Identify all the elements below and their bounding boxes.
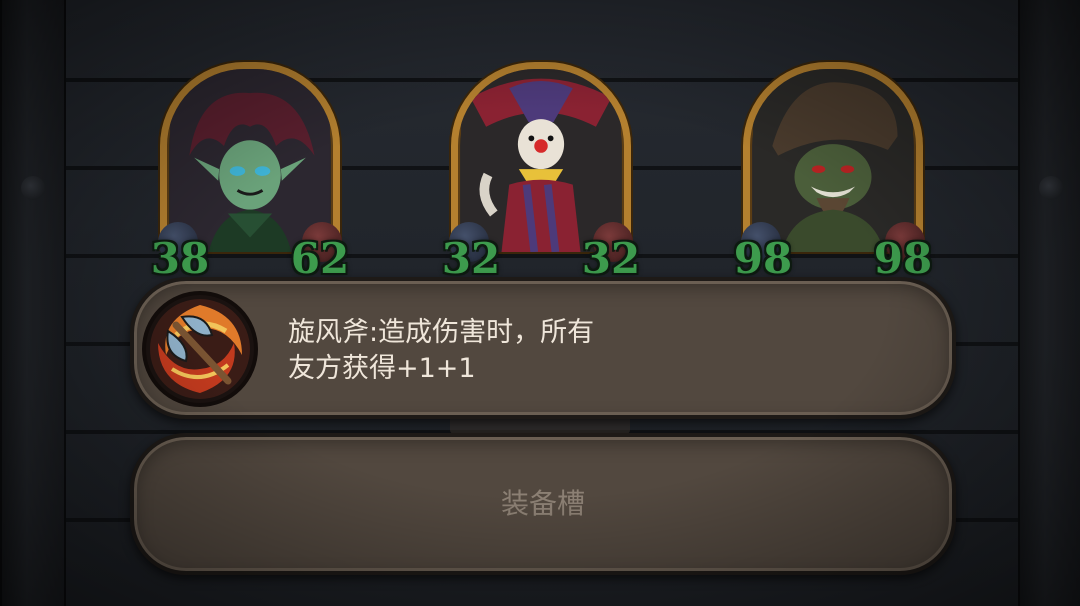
clown-portrait	[461, 69, 621, 252]
whirlwind-axe-icon	[142, 291, 258, 407]
equipment-description: 旋风斧:造成伤害时，所有 友方获得+1+1	[288, 315, 718, 387]
bolt-icon	[21, 176, 45, 200]
elf-portrait	[170, 69, 330, 252]
equipment-description-panel[interactable]: 旋风斧:造成伤害时，所有 友方获得+1+1	[130, 277, 956, 419]
hero-card-1[interactable]: 38 62	[151, 62, 349, 283]
equipment-slot-panel[interactable]: 装备槽	[130, 433, 956, 575]
description-line-1: 旋风斧:造成伤害时，所有	[288, 317, 595, 348]
hero-card-3[interactable]: 98 98	[734, 62, 932, 283]
description-line-2: 友方获得+1+1	[288, 353, 476, 384]
right-pillar	[1018, 0, 1080, 606]
left-pillar	[0, 0, 66, 606]
goblin-portrait	[753, 69, 913, 252]
hero-card-2[interactable]: 32 32	[442, 62, 640, 283]
bolt-icon	[1039, 176, 1063, 200]
equipment-slot-label: 装备槽	[500, 487, 585, 520]
